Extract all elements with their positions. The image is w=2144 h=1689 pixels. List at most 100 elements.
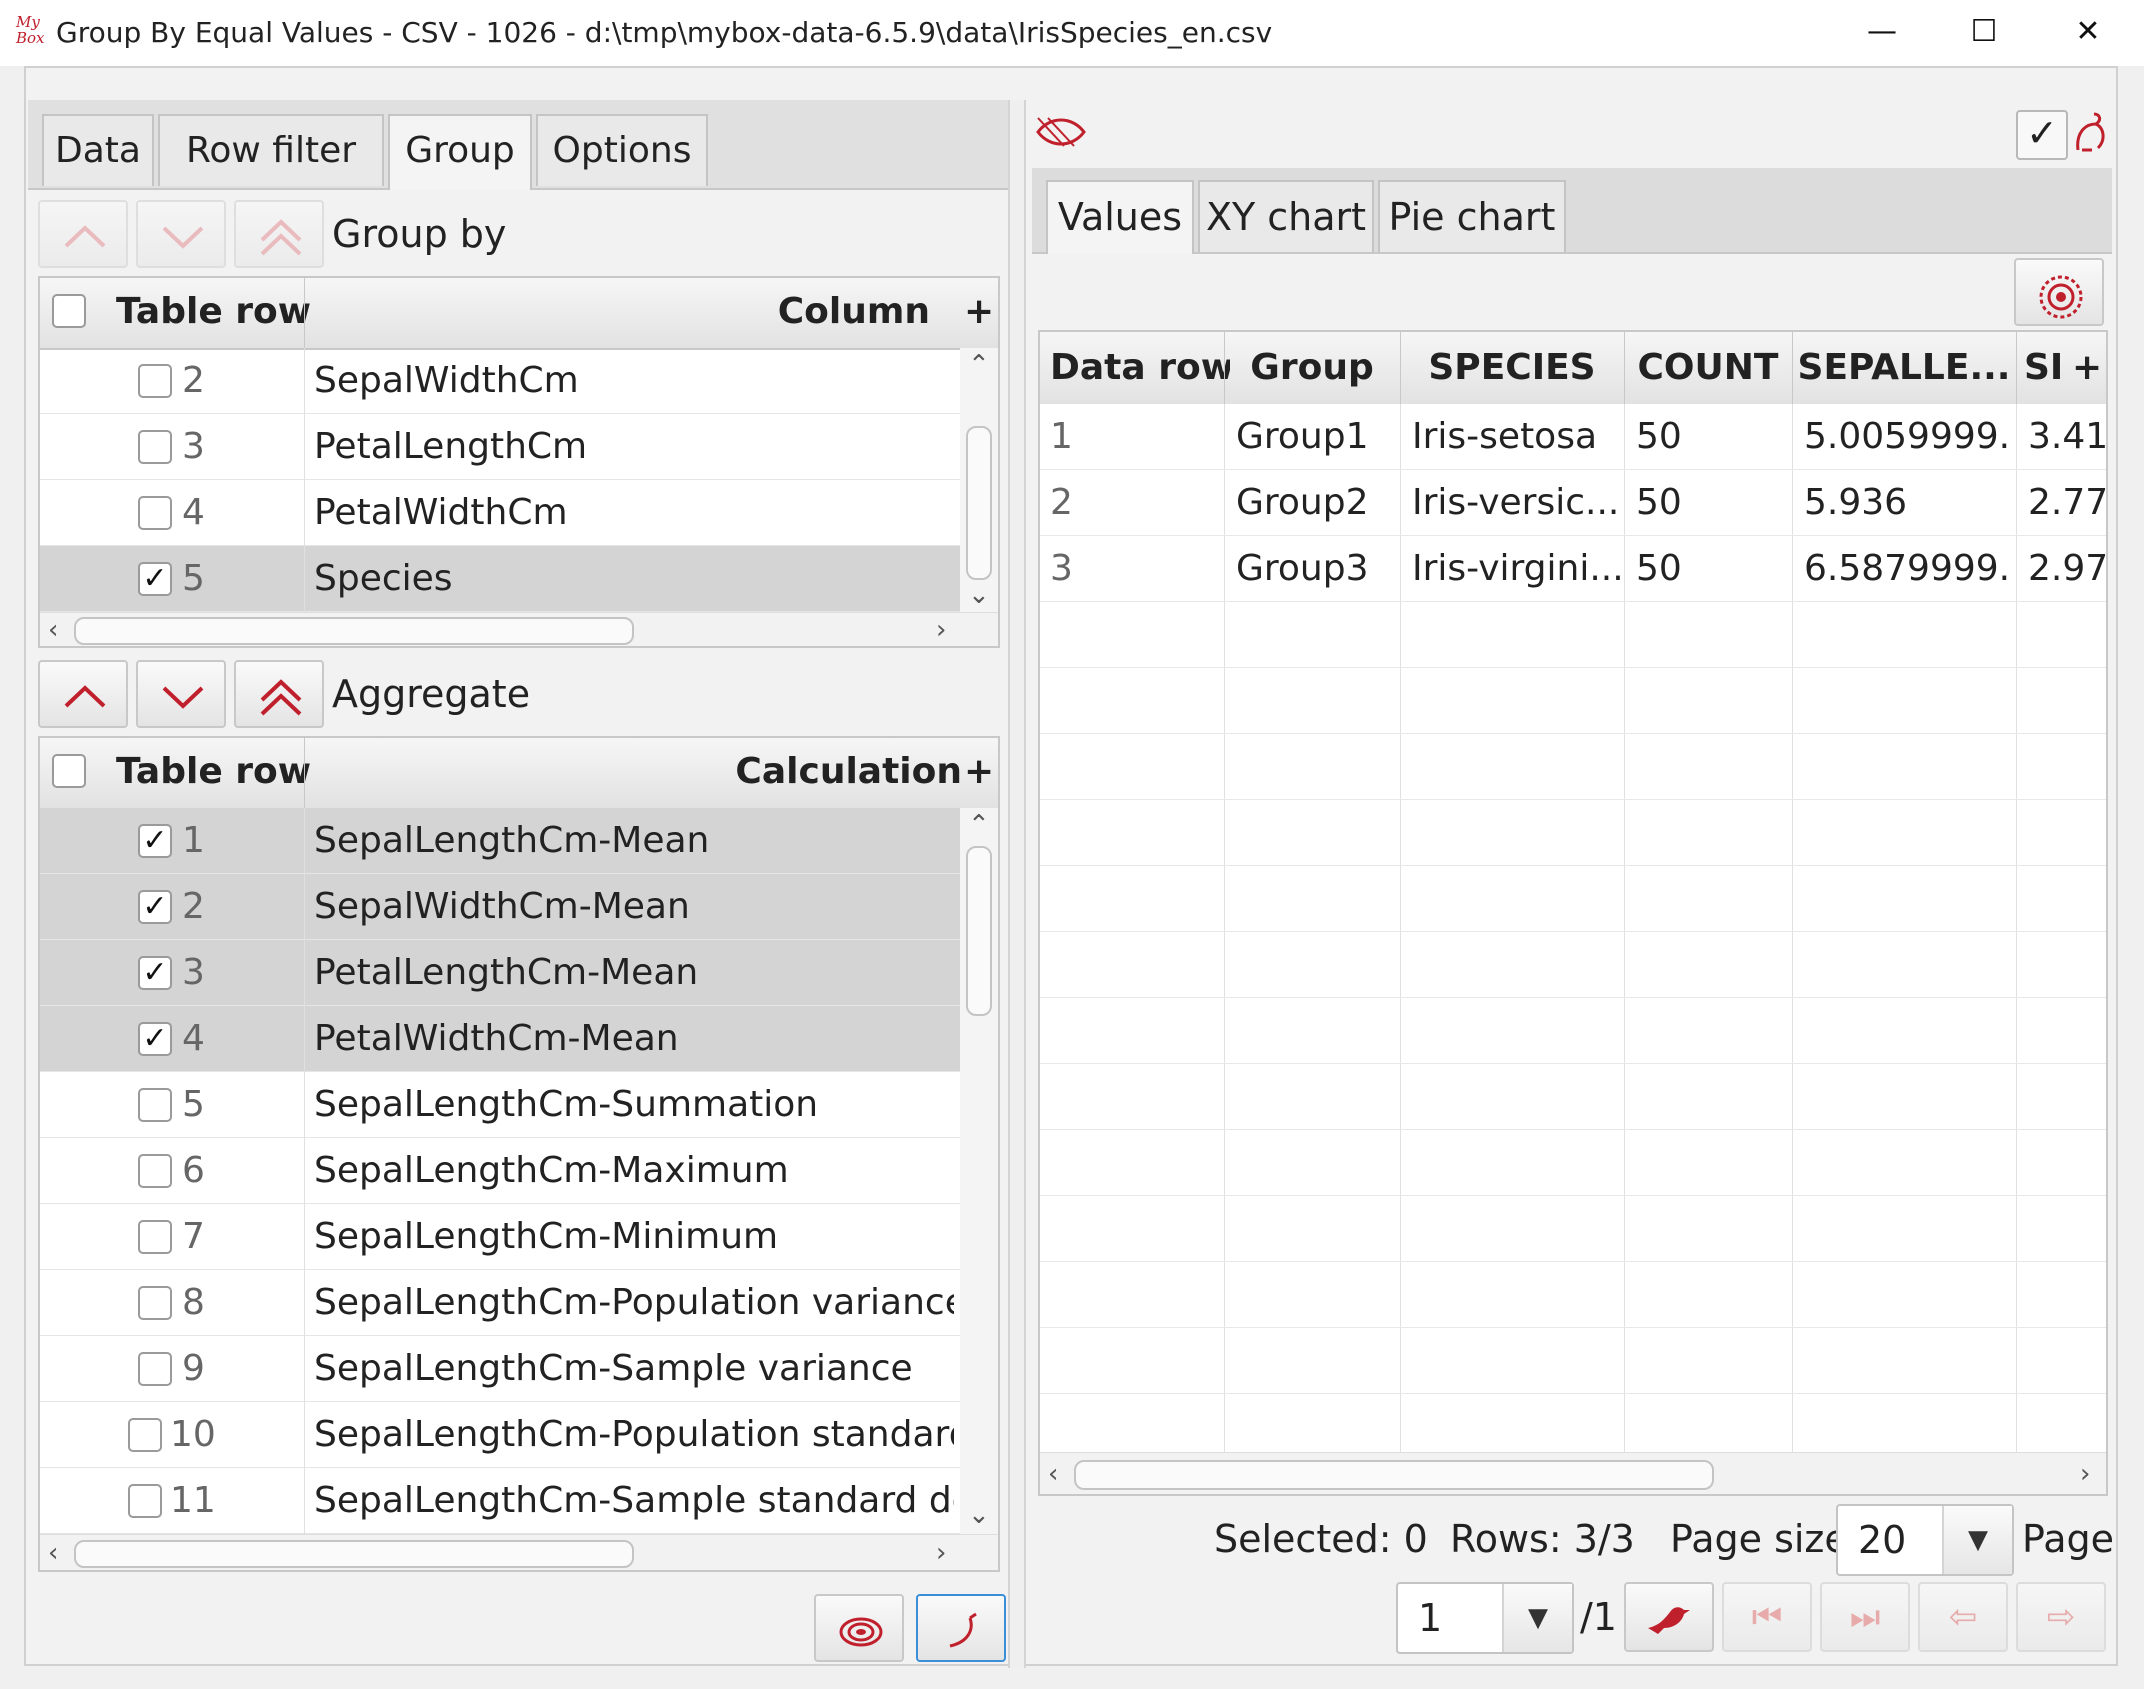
table-row[interactable]: 4 PetalWidthCm (40, 480, 960, 546)
table-row[interactable]: 8 SepalLengthCm-Population variance (40, 1270, 960, 1336)
row-checkbox[interactable] (138, 496, 172, 530)
minimize-button[interactable]: — (1850, 8, 1914, 56)
scroll-right-icon[interactable]: › (936, 617, 946, 643)
row-checkbox[interactable]: ✓ (138, 1022, 172, 1056)
table-row[interactable]: ✓ 2 SepalWidthCm-Mean (40, 874, 960, 940)
table-row[interactable]: ✓ 3 PetalLengthCm-Mean (40, 940, 960, 1006)
row-checkbox[interactable]: ✓ (138, 890, 172, 924)
previous-page-button[interactable]: ⇦ (1918, 1582, 2008, 1652)
scroll-thumb[interactable] (966, 426, 992, 580)
clear-button[interactable] (814, 1594, 904, 1662)
last-page-button[interactable]: ⏭ (1820, 1582, 1910, 1652)
aggregate-move-down-button[interactable] (136, 660, 226, 728)
scroll-up-icon[interactable]: ⌃ (968, 812, 990, 838)
move-top-button[interactable] (234, 200, 324, 268)
column-header-data-row[interactable]: Data row (1050, 332, 1230, 400)
maximize-button[interactable]: ☐ (1952, 8, 2016, 56)
scroll-left-icon[interactable]: ‹ (48, 1540, 58, 1566)
aggregate-move-up-button[interactable] (38, 660, 128, 728)
select-all-checkbox[interactable] (52, 754, 86, 788)
table-row[interactable]: 6 SepalLengthCm-Maximum (40, 1138, 960, 1204)
row-checkbox[interactable] (138, 1154, 172, 1188)
scroll-thumb[interactable] (74, 1540, 634, 1568)
scroll-thumb[interactable] (1074, 1460, 1714, 1490)
table-row[interactable]: 7 SepalLengthCm-Minimum (40, 1204, 960, 1270)
start-button[interactable] (916, 1594, 1006, 1662)
table-row[interactable]: 2 Group2 Iris-versic... 50 5.936 2.770 (1040, 470, 2106, 536)
tab-options[interactable]: Options (536, 114, 708, 186)
column-header-table-row[interactable]: Table row (116, 278, 336, 346)
scroll-right-icon[interactable]: › (2080, 1461, 2090, 1487)
vertical-scrollbar[interactable]: ⌃ ⌄ (960, 808, 998, 1534)
table-row[interactable]: 2 SepalWidthCm (40, 348, 960, 414)
table-row[interactable]: ✓ 4 PetalWidthCm-Mean (40, 1006, 960, 1072)
scroll-left-icon[interactable]: ‹ (48, 617, 58, 643)
table-row[interactable]: 3 PetalLengthCm (40, 414, 960, 480)
scroll-down-icon[interactable]: ⌄ (968, 1502, 990, 1528)
scroll-down-icon[interactable]: ⌄ (968, 582, 990, 608)
row-checkbox[interactable]: ✓ (138, 824, 172, 858)
tab-data[interactable]: Data (42, 114, 154, 186)
move-down-button[interactable] (136, 200, 226, 268)
row-checkbox[interactable] (138, 1088, 172, 1122)
vertical-scrollbar[interactable]: ⌃ ⌄ (960, 348, 998, 612)
dropdown-arrow-icon[interactable]: ▼ (1942, 1506, 2012, 1574)
close-button[interactable]: ✕ (2056, 8, 2120, 56)
table-row[interactable]: 11 SepalLengthCm-Sample standard dev (40, 1468, 960, 1534)
check-toggle-icon[interactable]: ✓ (2016, 110, 2068, 160)
row-checkbox[interactable] (128, 1418, 162, 1452)
column-header-sepallength[interactable]: SEPALLE... (1792, 332, 2016, 400)
table-row[interactable]: 1 Group1 Iris-setosa 50 5.0059999... 3.418 (1040, 404, 2106, 470)
row-checkbox[interactable]: ✓ (138, 956, 172, 990)
table-row[interactable]: 9 SepalLengthCm-Sample variance (40, 1336, 960, 1402)
column-header-species[interactable]: SPECIES (1400, 332, 1624, 400)
scroll-thumb[interactable] (74, 617, 634, 645)
tab-row-filter[interactable]: Row filter (158, 114, 384, 186)
add-column-icon[interactable]: + (2072, 332, 2102, 400)
column-header-sepalwidth[interactable]: SI (2024, 332, 2074, 400)
column-header-group[interactable]: Group (1224, 332, 1400, 400)
aggregate-move-top-button[interactable] (234, 660, 324, 728)
page-size-select[interactable]: 20 ▼ (1836, 1504, 2014, 1576)
horizontal-scrollbar[interactable]: ‹ › (1040, 1452, 2106, 1494)
scroll-thumb[interactable] (966, 846, 992, 1016)
select-all-checkbox[interactable] (52, 294, 86, 328)
column-header-table-row[interactable]: Table row (116, 738, 336, 806)
pane-splitter[interactable] (1008, 100, 1026, 1668)
row-checkbox[interactable] (138, 364, 172, 398)
rooster-icon[interactable] (2070, 110, 2110, 156)
row-checkbox[interactable]: ✓ (138, 562, 172, 596)
scroll-right-icon[interactable]: › (936, 1540, 946, 1566)
page-number-select[interactable]: 1 ▼ (1396, 1582, 1574, 1654)
row-checkbox[interactable] (138, 430, 172, 464)
table-row[interactable]: ✓ 5 Species (40, 546, 960, 612)
options-button[interactable] (2014, 258, 2104, 326)
dropdown-arrow-icon[interactable]: ▼ (1502, 1584, 1572, 1652)
horizontal-scrollbar[interactable]: ‹ › (40, 612, 998, 646)
scroll-up-icon[interactable]: ⌃ (968, 352, 990, 378)
row-checkbox[interactable] (128, 1484, 162, 1518)
tab-values[interactable]: Values (1046, 180, 1194, 254)
row-checkbox[interactable] (138, 1352, 172, 1386)
goto-page-button[interactable] (1624, 1582, 1714, 1652)
table-row[interactable]: 3 Group3 Iris-virgini... 50 6.5879999... 2.97… (1040, 536, 2106, 602)
tab-xy-chart[interactable]: XY chart (1198, 180, 1374, 252)
move-up-button[interactable] (38, 200, 128, 268)
fish-icon[interactable] (1034, 112, 1090, 152)
column-header-calculation[interactable]: Calculation (310, 738, 962, 806)
table-row[interactable]: 10 SepalLengthCm-Population standard (40, 1402, 960, 1468)
row-checkbox[interactable] (138, 1286, 172, 1320)
add-column-icon[interactable]: + (964, 738, 994, 806)
row-checkbox[interactable] (138, 1220, 172, 1254)
column-header-column[interactable]: Column (310, 278, 980, 346)
column-header-count[interactable]: COUNT (1624, 332, 1792, 400)
tab-group[interactable]: Group (388, 114, 532, 190)
table-row[interactable]: 5 SepalLengthCm-Summation (40, 1072, 960, 1138)
add-column-icon[interactable]: + (964, 278, 994, 346)
table-row[interactable]: ✓ 1 SepalLengthCm-Mean (40, 808, 960, 874)
first-page-button[interactable]: ⏮ (1722, 1582, 1812, 1652)
scroll-left-icon[interactable]: ‹ (1048, 1461, 1058, 1487)
tab-pie-chart[interactable]: Pie chart (1378, 180, 1566, 252)
next-page-button[interactable]: ⇨ (2016, 1582, 2106, 1652)
horizontal-scrollbar[interactable]: ‹ › (40, 1534, 998, 1570)
